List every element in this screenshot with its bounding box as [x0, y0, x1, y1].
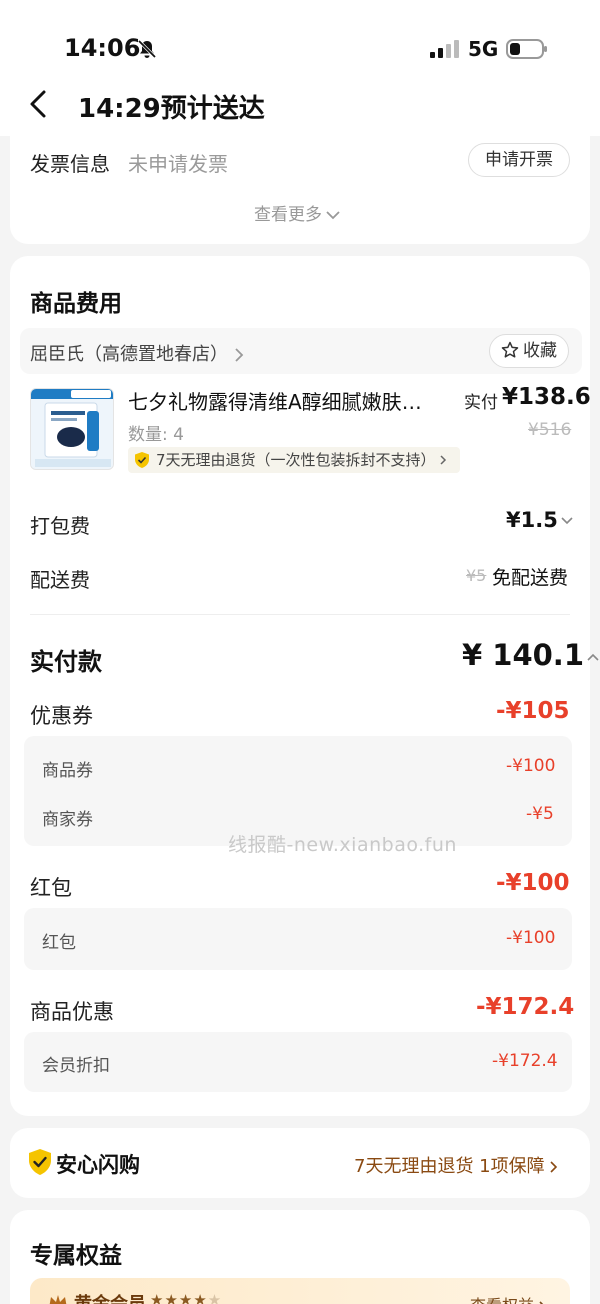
red-packet-item-label: 红包 [42, 933, 76, 953]
total-amount: ¥ 140.1 [462, 638, 585, 672]
benefits-title: 专属权益 [30, 1243, 122, 1269]
product-image[interactable] [30, 388, 114, 470]
chevron-down-icon [561, 517, 573, 525]
store-row[interactable]: 屈臣氏（高德置地春店） 收藏 [20, 328, 582, 374]
bell-muted-icon [137, 39, 157, 59]
apply-invoice-button[interactable]: 申请开票 [468, 143, 570, 177]
member-bar[interactable]: 黄金会员 ★★★★★ 查看权益 [30, 1278, 570, 1304]
benefits-card: 专属权益 黄金会员 ★★★★★ 查看权益 [10, 1210, 590, 1304]
coupon-item-value: -¥100 [506, 756, 556, 776]
original-price: ¥516 [528, 420, 572, 440]
status-time: 14:06 [64, 34, 141, 62]
view-more-link[interactable]: 查看更多 [254, 200, 340, 225]
invoice-status: 未申请发票 [128, 152, 228, 176]
back-arrow-icon[interactable] [26, 86, 50, 122]
product-box-image [31, 389, 113, 469]
store-name-label: 屈臣氏（高德置地春店） [30, 344, 228, 365]
product-discount-detail-box: 会员折扣 -¥172.4 [24, 1032, 572, 1092]
red-packet-label: 红包 [30, 876, 72, 900]
assurance-title: 安心闪购 [56, 1153, 140, 1177]
paid-price: ¥138.6 [502, 384, 591, 410]
red-packet-detail-box: 红包 -¥100 [24, 908, 572, 970]
coupon-item-label: 商家券 [42, 810, 93, 830]
packing-fee-amount: ¥1.5 [506, 508, 558, 532]
return-policy-tag[interactable]: 7天无理由退货（一次性包装拆封不支持） [128, 447, 460, 473]
page-title: 14:29预计送达 [78, 94, 265, 124]
chevron-right-icon [235, 348, 244, 362]
divider [30, 614, 570, 615]
red-packet-total: -¥100 [496, 870, 570, 896]
signal-icon [430, 40, 459, 58]
chevron-up-icon [587, 653, 599, 661]
battery-icon [506, 39, 547, 59]
assurance-info[interactable]: 7天无理由退货 1项保障 [354, 1152, 559, 1178]
product-discount-label: 商品优惠 [30, 1000, 114, 1024]
shipping-fee-value: 免配送费 [492, 567, 569, 589]
packing-fee-value[interactable]: ¥1.5 [506, 508, 574, 532]
product-quantity: 数量: 4 [128, 425, 184, 445]
favorite-label: 收藏 [523, 341, 557, 361]
member-discount-label: 会员折扣 [42, 1056, 110, 1076]
invoice-card: 发票信息 未申请发票 申请开票 查看更多 [10, 124, 590, 244]
total-value[interactable]: ¥ 140.1 [462, 638, 600, 672]
chevron-right-icon [440, 455, 446, 465]
invoice-label: 发票信息 [30, 152, 110, 176]
star-outline-icon [501, 341, 519, 358]
member-crown-icon [49, 1295, 67, 1304]
red-packet-item-value: -¥100 [506, 928, 556, 948]
return-policy-label: 7天无理由退货（一次性包装拆封不支持） [156, 451, 436, 469]
chevron-right-icon [539, 1300, 544, 1304]
view-benefits-label: 查看权益 [470, 1296, 534, 1304]
coupon-item-value: -¥5 [526, 804, 554, 824]
assurance-card[interactable]: 安心闪购 7天无理由退货 1项保障 [10, 1128, 590, 1198]
member-stars: ★★★★★ [150, 1291, 222, 1304]
watermark-text: 线报酷-new.xianbao.fun [228, 834, 457, 856]
shipping-fee-label: 配送费 [30, 568, 90, 592]
store-name[interactable]: 屈臣氏（高德置地春店） [30, 340, 244, 366]
coupon-item-label: 商品券 [42, 761, 93, 781]
product-discount-total: -¥172.4 [476, 994, 575, 1020]
chevron-right-icon [550, 1161, 557, 1173]
shipping-original-price: ¥5 [466, 566, 487, 585]
paid-label: 实付 [464, 393, 498, 413]
member-discount-value: -¥172.4 [492, 1051, 558, 1071]
view-benefits-link[interactable]: 查看权益 [470, 1292, 548, 1304]
shield-check-icon [29, 1149, 51, 1175]
fees-card: 商品费用 屈臣氏（高德置地春店） 收藏 七夕礼物露得清维A醇细腻嫩肤精华 数量:… [10, 256, 599, 1116]
assurance-info-label: 7天无理由退货 1项保障 [354, 1156, 545, 1177]
coupon-label: 优惠券 [30, 704, 93, 728]
status-bar: 14:06 5G [0, 0, 600, 80]
chevron-down-icon [326, 211, 340, 220]
product-name[interactable]: 七夕礼物露得清维A醇细腻嫩肤精华 [128, 386, 440, 415]
coupon-total: -¥105 [496, 698, 570, 724]
packing-fee-label: 打包费 [30, 514, 90, 538]
view-more-label: 查看更多 [254, 205, 322, 225]
shield-check-icon [135, 452, 149, 468]
member-stars-lit: ★★★★ [150, 1291, 208, 1304]
member-level: 黄金会员 [74, 1290, 146, 1304]
member-stars-dim: ★ [207, 1291, 223, 1304]
favorite-button[interactable]: 收藏 [489, 334, 569, 368]
total-label: 实付款 [30, 648, 102, 676]
fees-title: 商品费用 [30, 291, 122, 317]
network-type: 5G [468, 37, 499, 61]
